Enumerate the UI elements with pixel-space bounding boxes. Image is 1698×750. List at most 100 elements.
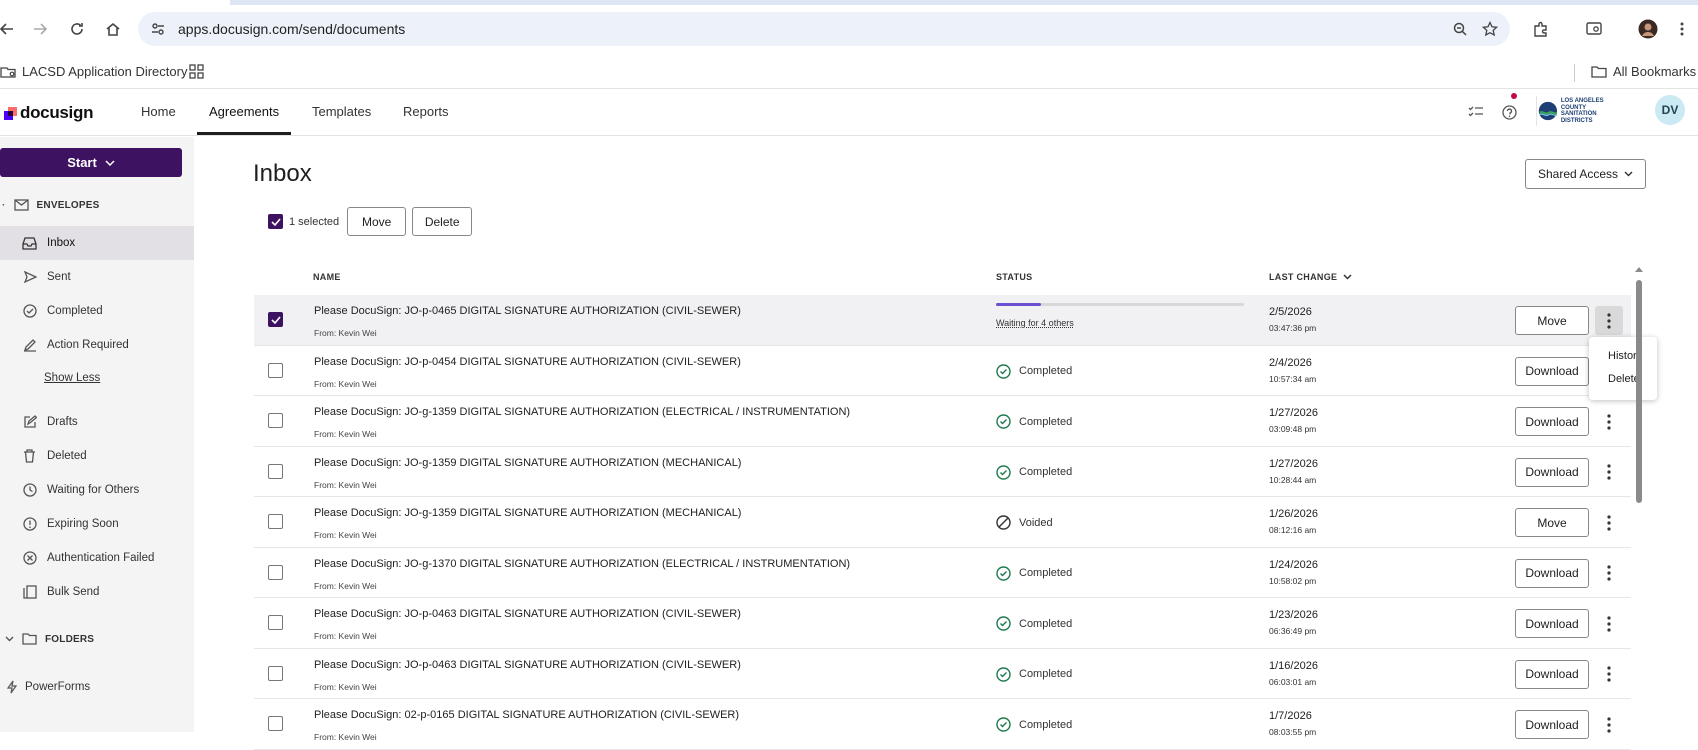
tab-reports[interactable]: Reports [391,89,461,135]
envelopes-section[interactable]: · ENVELOPES [2,199,99,211]
folders-section[interactable]: FOLDERS [5,633,94,645]
envelope-name[interactable]: Please DocuSign: JO-g-1359 DIGITAL SIGNA… [314,507,741,519]
bulk-move-button[interactable]: Move [347,207,407,236]
more-options-icon[interactable] [1595,407,1623,436]
show-less-link[interactable]: Show Less [44,372,100,384]
status-text[interactable]: Waiting for 4 others [996,318,1074,328]
row-checkbox[interactable] [268,615,283,630]
move-button[interactable]: Move [1515,306,1589,335]
sidebar-item-waiting[interactable]: Waiting for Others [0,473,194,507]
forward-icon[interactable] [29,18,51,40]
scrollbar-thumb[interactable] [1636,280,1642,503]
sidebar-item-auth-failed[interactable]: Authentication Failed [0,541,194,575]
table-row[interactable]: Please DocuSign: JO-g-1359 DIGITAL SIGNA… [254,447,1631,497]
table-row[interactable]: Please DocuSign: JO-p-0465 DIGITAL SIGNA… [254,295,1631,346]
more-options-icon[interactable] [1595,660,1623,689]
shared-access-button[interactable]: Shared Access [1525,159,1646,189]
tab-agreements[interactable]: Agreements [197,89,292,135]
sidebar-item-deleted[interactable]: Deleted [0,439,194,473]
more-options-icon[interactable] [1595,508,1623,537]
scroll-up-icon[interactable] [1634,265,1644,273]
sidebar-item-sent[interactable]: Sent [0,260,194,294]
url-text[interactable]: apps.docusign.com/send/documents [178,21,405,37]
tab-strip [230,0,1698,5]
sidebar-item-bulk-send[interactable]: Bulk Send [0,575,194,609]
row-checkbox[interactable] [268,413,283,428]
envelope-name[interactable]: Please DocuSign: JO-p-0454 DIGITAL SIGNA… [314,356,741,368]
move-button[interactable]: Move [1515,508,1589,537]
browser-menu-icon[interactable] [1671,18,1693,40]
sidebar-item-powerforms[interactable]: PowerForms [0,670,194,704]
apps-grid-icon[interactable] [189,64,204,79]
envelope-name[interactable]: Please DocuSign: JO-p-0463 DIGITAL SIGNA… [314,608,741,620]
chevron-down-icon [1624,171,1633,177]
tab-templates[interactable]: Templates [300,89,383,135]
row-checkbox[interactable] [268,362,283,378]
reload-icon[interactable] [66,18,88,40]
all-bookmarks[interactable]: All Bookmarks [1591,64,1696,79]
zoom-icon[interactable] [1451,20,1469,38]
envelope-name[interactable]: Please DocuSign: JO-g-1359 DIGITAL SIGNA… [314,406,850,418]
last-change-date: 2/4/2026 [1269,356,1312,369]
download-button[interactable]: Download [1515,356,1589,386]
download-button[interactable]: Download [1515,457,1589,487]
docusign-logo[interactable]: docusign [4,103,93,123]
row-checkbox[interactable] [268,312,283,327]
back-icon[interactable] [0,18,18,40]
envelope-name[interactable]: Please DocuSign: JO-g-1370 DIGITAL SIGNA… [314,558,850,570]
help-icon[interactable] [1500,103,1518,121]
envelope-name[interactable]: Please DocuSign: JO-p-0465 DIGITAL SIGNA… [314,305,741,317]
sidebar-item-expiring[interactable]: Expiring Soon [0,507,194,541]
envelope-name[interactable]: Please DocuSign: JO-g-1359 DIGITAL SIGNA… [314,457,741,469]
table-row[interactable]: Please DocuSign: JO-p-0463 DIGITAL SIGNA… [254,649,1631,699]
address-bar[interactable]: apps.docusign.com/send/documents [138,12,1510,46]
bookmark-star-icon[interactable] [1481,20,1499,38]
start-button[interactable]: Start [0,148,182,177]
row-checkbox[interactable] [268,564,283,580]
bulk-delete-button[interactable]: Delete [412,207,473,236]
row-checkbox[interactable] [268,716,283,731]
extensions-icon[interactable] [1530,18,1552,40]
more-options-icon[interactable] [1595,710,1623,739]
menu-item-history[interactable]: History [1589,345,1657,368]
download-button[interactable]: Download [1515,659,1589,689]
column-header-status[interactable]: STATUS [996,272,1032,282]
table-row[interactable]: Please DocuSign: JO-p-0454 DIGITAL SIGNA… [254,346,1631,396]
profile-avatar-icon[interactable] [1637,18,1659,40]
bookmark-lacsd[interactable]: LACSD Application Directory [0,64,187,79]
row-checkbox[interactable] [268,463,283,479]
sidebar-item-action-required[interactable]: Action Required [0,328,194,362]
select-all-checkbox[interactable] [268,214,283,229]
sidebar-item-completed[interactable]: Completed [0,294,194,328]
envelope-name[interactable]: Please DocuSign: 02-p-0165 DIGITAL SIGNA… [314,709,739,721]
sidebar-item-drafts[interactable]: Drafts [0,405,194,439]
download-button[interactable]: Download [1515,710,1589,739]
download-button[interactable]: Download [1515,407,1589,436]
more-options-icon[interactable] [1595,559,1623,588]
menu-item-delete[interactable]: Delete [1589,368,1657,391]
table-row[interactable]: Please DocuSign: JO-g-1359 DIGITAL SIGNA… [254,497,1631,548]
download-button[interactable]: Download [1515,609,1589,638]
row-checkbox[interactable] [268,514,283,529]
more-options-icon[interactable] [1595,458,1623,487]
more-options-icon[interactable] [1595,609,1623,638]
tab-search-icon[interactable] [1583,18,1605,40]
more-options-icon[interactable] [1595,306,1623,335]
envelope-list: Please DocuSign: JO-p-0465 DIGITAL SIGNA… [254,295,1631,750]
table-row[interactable]: Please DocuSign: JO-g-1359 DIGITAL SIGNA… [254,396,1631,447]
table-row[interactable]: Please DocuSign: JO-g-1370 DIGITAL SIGNA… [254,548,1631,598]
table-row[interactable]: Please DocuSign: 02-p-0165 DIGITAL SIGNA… [254,699,1631,750]
sidebar-item-inbox[interactable]: Inbox [0,226,194,260]
tab-home[interactable]: Home [129,89,188,135]
envelope-name[interactable]: Please DocuSign: JO-p-0463 DIGITAL SIGNA… [314,659,741,671]
user-avatar[interactable]: DV [1655,95,1685,125]
download-button[interactable]: Download [1515,558,1589,588]
tasks-icon[interactable] [1467,103,1485,121]
column-header-last-change[interactable]: LAST CHANGE [1269,272,1352,282]
row-checkbox[interactable] [268,665,283,681]
column-header-name[interactable]: NAME [313,272,341,282]
home-icon[interactable] [102,18,124,40]
lacsd-logo-icon [1538,101,1558,121]
table-row[interactable]: Please DocuSign: JO-p-0463 DIGITAL SIGNA… [254,598,1631,649]
site-info-icon[interactable] [150,21,166,37]
